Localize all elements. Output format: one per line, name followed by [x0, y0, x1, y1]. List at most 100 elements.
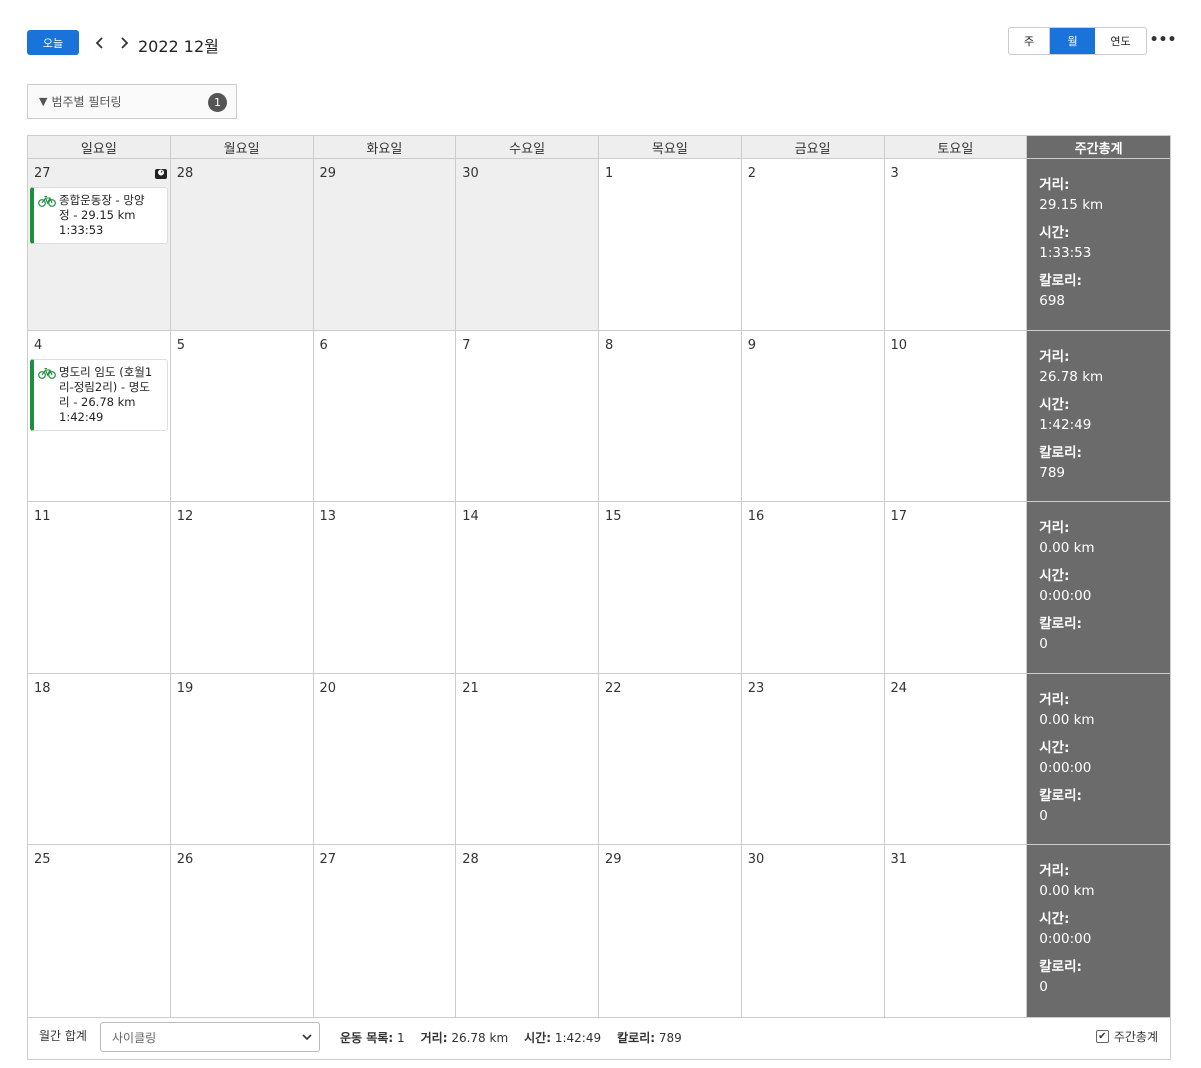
distance-label: 거리:: [1039, 348, 1070, 365]
cycling-icon: [38, 195, 56, 207]
day-cell[interactable]: 12: [171, 502, 314, 673]
day-cell[interactable]: 30: [742, 845, 885, 1017]
event-title-line: 리 - 26.78 km: [59, 394, 136, 409]
day-number: 29: [319, 166, 337, 181]
week-row: 4 명도리 임도 (호월1 리-정림2리) - 명도 리 - 26.78 km …: [28, 330, 1171, 503]
calories-value: 789: [658, 1031, 682, 1045]
day-number: 9: [747, 337, 757, 353]
weekly-total: 거리: 0.00 km 시간: 0:00:00 칼로리: 0: [1027, 502, 1171, 673]
weekly-total: 거리: 0.00 km 시간: 0:00:00 칼로리: 0: [1027, 673, 1171, 845]
prev-month-icon[interactable]: [92, 33, 108, 53]
day-number: 12: [176, 509, 194, 525]
week-row: 27 종합운동장 - 망양 정 - 29.15 km 1:33:53 28 29…: [28, 159, 1171, 331]
distance-label: 거리:: [1039, 520, 1070, 537]
view-year-button[interactable]: 연도: [1095, 28, 1146, 54]
day-cell[interactable]: 16: [742, 502, 885, 673]
day-cell[interactable]: 11: [28, 502, 171, 673]
day-cell[interactable]: 22: [599, 673, 742, 845]
day-cell[interactable]: 26: [171, 845, 314, 1017]
weekday-header: 일요일: [28, 136, 171, 158]
time-label: 시간:: [524, 1031, 552, 1045]
next-month-icon[interactable]: [116, 33, 132, 53]
day-number: 26: [176, 852, 194, 868]
weekly-total: 거리: 26.78 km 시간: 1:42:49 칼로리: 789: [1027, 330, 1171, 502]
weekday-header: 목요일: [599, 136, 742, 158]
day-cell[interactable]: 13: [314, 502, 457, 673]
day-cell[interactable]: 20: [314, 673, 457, 845]
distance-value: 26.78 km: [1039, 368, 1104, 385]
weekly-total-toggle[interactable]: ✔ 주간총계: [1095, 1028, 1158, 1045]
time-label: 시간:: [1039, 225, 1070, 241]
calories-label: 칼로리:: [1039, 959, 1082, 976]
distance-label: 거리:: [1039, 177, 1070, 193]
day-cell[interactable]: 19: [171, 673, 314, 845]
event-title-line: 리-정림2리) - 명도: [59, 379, 150, 394]
distance-value: 26.78 km: [451, 1031, 509, 1045]
distance-value: 0.00 km: [1039, 711, 1095, 728]
calories-label: 칼로리:: [1039, 616, 1082, 633]
day-cell[interactable]: 27 종합운동장 - 망양 정 - 29.15 km 1:33:53: [28, 159, 171, 330]
scale-icon[interactable]: [154, 166, 168, 180]
checkbox-checked-icon[interactable]: ✔: [1095, 1030, 1109, 1043]
day-number: 3: [890, 166, 899, 181]
day-cell[interactable]: 10: [885, 330, 1028, 502]
monthly-stats: 운동 목록: 1 거리: 26.78 km 시간: 1:42:49 칼로리: 7…: [340, 1029, 682, 1046]
view-week-button[interactable]: 주: [1009, 28, 1050, 54]
weekly-total: 거리: 29.15 km 시간: 1:33:53 칼로리: 698: [1027, 159, 1171, 330]
day-cell[interactable]: 3: [885, 159, 1028, 330]
day-cell[interactable]: 31: [885, 845, 1028, 1017]
view-month-button[interactable]: 월: [1050, 28, 1095, 54]
workout-event[interactable]: 명도리 임도 (호월1 리-정림2리) - 명도 리 - 26.78 km 1:…: [30, 358, 168, 431]
day-number: 21: [462, 680, 479, 696]
today-button[interactable]: 오늘: [27, 30, 79, 55]
day-cell[interactable]: 1: [599, 159, 742, 330]
day-cell[interactable]: 6: [314, 330, 457, 502]
day-cell[interactable]: 2: [742, 159, 885, 330]
day-cell[interactable]: 30: [456, 159, 599, 330]
day-cell[interactable]: 29: [599, 845, 742, 1017]
weekday-header: 토요일: [884, 136, 1028, 158]
day-cell[interactable]: 7: [456, 330, 599, 502]
day-number: 23: [747, 680, 765, 696]
calories-value: 0: [1039, 807, 1048, 824]
day-number: 25: [34, 852, 51, 868]
day-number: 4: [34, 337, 43, 353]
day-number: 22: [605, 680, 622, 696]
time-label: 시간:: [1039, 739, 1070, 756]
day-cell[interactable]: 17: [885, 502, 1028, 673]
workouts-label: 운동 목록:: [340, 1031, 394, 1045]
day-cell[interactable]: 4 명도리 임도 (호월1 리-정림2리) - 명도 리 - 26.78 km …: [28, 330, 171, 502]
day-cell[interactable]: 14: [456, 502, 599, 673]
category-filter-label: 범주별 필터링: [51, 95, 122, 109]
day-cell[interactable]: 28: [456, 845, 599, 1017]
calories-value: 698: [1039, 293, 1066, 309]
day-cell[interactable]: 28: [170, 159, 314, 330]
day-cell[interactable]: 29: [313, 159, 457, 330]
day-cell[interactable]: 21: [456, 673, 599, 845]
day-cell[interactable]: 24: [885, 673, 1028, 845]
day-cell[interactable]: 25: [28, 845, 171, 1017]
day-cell[interactable]: 27: [314, 845, 457, 1017]
distance-label: 거리:: [1039, 691, 1070, 708]
event-duration: 1:42:49: [59, 409, 104, 424]
workout-event[interactable]: 종합운동장 - 망양 정 - 29.15 km 1:33:53: [30, 187, 168, 244]
day-cell[interactable]: 8: [599, 330, 742, 502]
activity-type-select[interactable]: 사이클링: [100, 1022, 320, 1052]
time-label: 시간:: [1039, 568, 1070, 585]
more-options-icon[interactable]: •••: [1150, 31, 1177, 49]
calories-label: 칼로리:: [1039, 787, 1082, 804]
event-title-line: 명도리 임도 (호월1: [59, 364, 153, 379]
workouts-value: 1: [396, 1031, 405, 1045]
day-cell[interactable]: 9: [742, 330, 885, 502]
day-number: 15: [605, 509, 622, 525]
day-cell[interactable]: 5: [171, 330, 314, 502]
calories-label: 칼로리:: [1039, 273, 1082, 289]
time-value: 0:00:00: [1039, 931, 1092, 948]
day-cell[interactable]: 23: [742, 673, 885, 845]
day-number: 27: [319, 852, 337, 868]
day-number: 28: [176, 166, 194, 181]
day-cell[interactable]: 18: [28, 673, 171, 845]
day-cell[interactable]: 15: [599, 502, 742, 673]
category-filter[interactable]: ▼ 범주별 필터링 1: [27, 84, 237, 119]
week-row: 18 19 20 21 22 23 24 거리: 0.00 km 시간: 0:00:…: [28, 673, 1171, 846]
